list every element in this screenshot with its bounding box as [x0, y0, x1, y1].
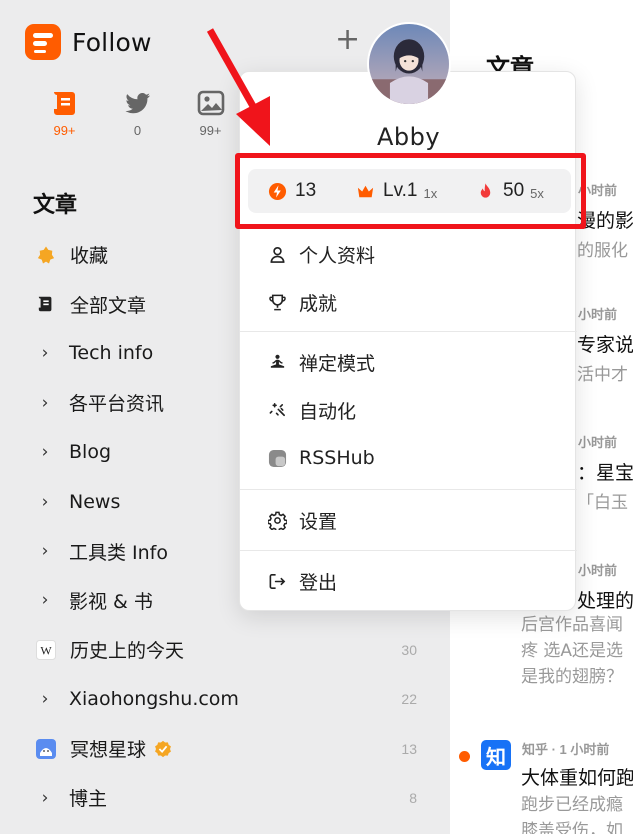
rsshub-icon	[268, 449, 287, 467]
sidebar-folder-xiaohongshu[interactable]: › Xiaohongshu.com 22	[0, 675, 450, 724]
article-meta: 小时前	[578, 563, 618, 578]
sidebar-item-label: 博主	[69, 788, 108, 811]
unread-count: 22	[401, 691, 417, 708]
article-icon	[36, 294, 56, 314]
view-count: 99+	[53, 123, 76, 138]
sidebar-item-label: 各平台资讯	[69, 393, 165, 416]
sidebar-item-label: 历史上的今天	[70, 640, 185, 663]
divider	[240, 331, 577, 332]
article-icon	[53, 92, 75, 115]
article-title: 处理的	[577, 590, 633, 612]
menu-item-automation[interactable]: 自动化	[240, 386, 577, 434]
sidebar-item-label: 全部文章	[70, 294, 147, 317]
article-title: 专家说	[577, 334, 633, 356]
unread-dot	[459, 751, 470, 762]
menu-item-label: 成就	[299, 292, 338, 315]
sidebar-item-label: Tech info	[69, 342, 154, 365]
menu-item-label: 设置	[299, 510, 338, 533]
divider	[240, 489, 577, 490]
menu-item-label: 自动化	[299, 400, 357, 423]
article-title: ：星宝	[577, 462, 633, 484]
menu-item-achievements[interactable]: 成就	[240, 278, 577, 326]
sidebar-folder-bloggers[interactable]: › 博主 8	[0, 773, 450, 822]
trophy-icon	[269, 294, 286, 310]
sidebar-feed-meditation-planet[interactable]: 冥想星球 13	[0, 724, 450, 773]
sidebar-item-label: News	[69, 490, 121, 513]
gear-icon	[268, 511, 287, 530]
menu-item-label: RSSHub	[299, 447, 375, 469]
chevron-right-icon[interactable]: ›	[36, 541, 54, 561]
avatar[interactable]	[367, 22, 451, 106]
chevron-right-icon[interactable]: ›	[36, 590, 54, 610]
star-icon	[36, 245, 56, 265]
brand[interactable]: Follow	[25, 24, 152, 60]
unread-count: 30	[401, 641, 417, 658]
verified-badge-icon	[155, 740, 171, 757]
app-name: Follow	[72, 27, 152, 57]
menu-item-profile[interactable]: 个人资料	[240, 230, 577, 278]
username: Abby	[376, 123, 441, 151]
unread-count: 13	[401, 740, 417, 757]
view-count: 99+	[199, 123, 222, 138]
article-desc: 的服化	[577, 241, 628, 261]
sidebar-item-label: 工具类 Info	[69, 541, 168, 564]
view-pictures[interactable]: 99+	[174, 88, 247, 138]
article-desc: 活中才	[577, 365, 628, 385]
logout-icon	[269, 573, 286, 589]
article-desc: 后宫作品喜闻 疼 选A还是选 是我的翅膀？	[521, 615, 624, 687]
menu-item-label: 禅定模式	[299, 352, 376, 375]
chevron-right-icon[interactable]: ›	[36, 343, 54, 363]
chevron-right-icon[interactable]: ›	[36, 689, 54, 709]
sidebar-item-label: 影视 & 书	[69, 590, 153, 613]
article-meta: 知乎 · 1 小时前	[522, 742, 610, 757]
menu-item-label: 登出	[299, 571, 338, 594]
zhihu-icon: 知	[481, 740, 511, 770]
chevron-right-icon[interactable]: ›	[36, 442, 54, 462]
chevron-right-icon[interactable]: ›	[36, 788, 54, 808]
svg-text:W: W	[40, 643, 52, 657]
unread-count: 8	[409, 789, 417, 806]
menu-item-logout[interactable]: 登出	[240, 557, 577, 605]
menu-item-settings[interactable]: 设置	[240, 496, 577, 544]
twitter-icon	[125, 92, 150, 114]
article-desc: 跑步已经成瘾 膝盖受伤，如	[521, 795, 623, 834]
article-title: 大体重如何跑	[521, 767, 633, 789]
sidebar-item-label: 冥想星球	[70, 739, 147, 762]
chevron-right-icon[interactable]: ›	[36, 492, 54, 512]
view-articles[interactable]: 99+	[28, 88, 101, 138]
add-feed-button[interactable]: +	[335, 25, 360, 55]
meditation-icon	[270, 354, 285, 368]
sidebar-item-label: 收藏	[70, 245, 109, 268]
view-count: 0	[133, 123, 142, 138]
sidebar-item-label: Xiaohongshu.com	[69, 688, 239, 711]
menu-item-rsshub[interactable]: RSSHub	[240, 434, 577, 482]
user-icon	[270, 246, 285, 263]
menu-item-zen-mode[interactable]: 禅定模式	[240, 338, 577, 386]
menu-item-label: 个人资料	[299, 244, 376, 267]
wikipedia-icon: W	[36, 639, 56, 660]
article-meta: 小时前	[578, 307, 618, 322]
follow-logo-icon	[25, 24, 61, 60]
article-desc: 「白玉	[577, 493, 628, 513]
sidebar-feed-today-in-history[interactable]: W 历史上的今天 30	[0, 625, 450, 674]
divider	[240, 550, 577, 551]
view-social[interactable]: 0	[101, 88, 174, 138]
profile-menu: Abby 13 Lv.1 1x 50 5x 个人资料 成就 禅定模式 自动化 R…	[239, 71, 577, 611]
view-switcher: 99+ 0 99+	[28, 88, 247, 138]
image-icon	[197, 90, 224, 116]
highlight-box	[235, 153, 586, 229]
chevron-right-icon[interactable]: ›	[36, 393, 54, 413]
meditation-planet-icon	[36, 738, 56, 759]
article-meta: 小时前	[578, 435, 618, 450]
section-title: 文章	[33, 193, 78, 218]
sparkle-icon	[269, 402, 285, 416]
sidebar-item-label: Blog	[69, 441, 111, 464]
list-item[interactable]: 知 知乎 · 1 小时前 大体重如何跑 跑步已经成瘾 膝盖受伤，如	[450, 730, 633, 834]
